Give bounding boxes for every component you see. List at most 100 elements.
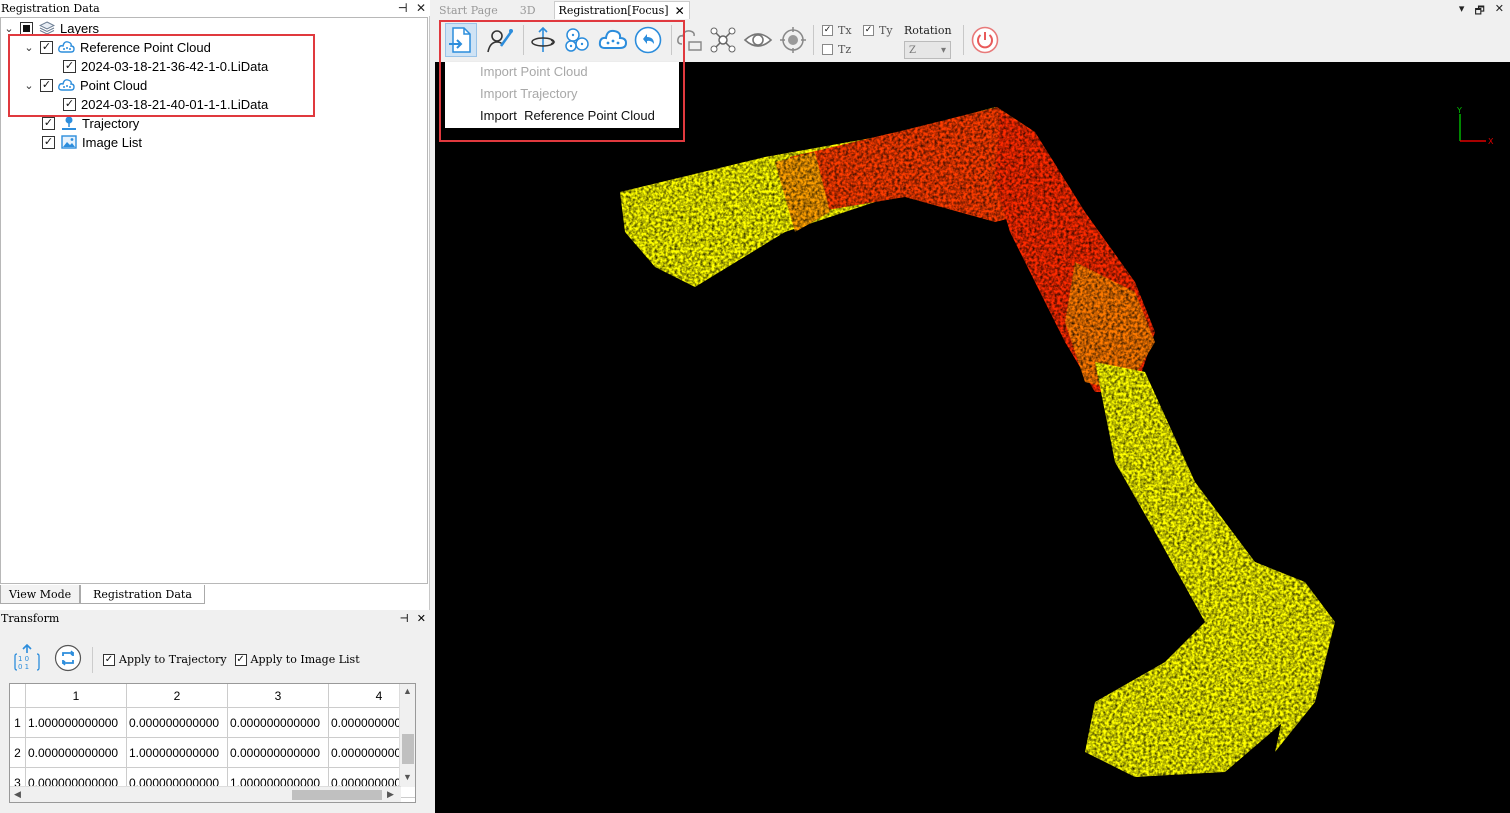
tree-node-layers[interactable]: ⌄ Layers	[3, 19, 99, 37]
column-header[interactable]: 3	[228, 684, 329, 708]
apply-image-list-label: Apply to Image List	[250, 653, 360, 666]
nodes-button[interactable]	[707, 23, 739, 57]
tab-start-page[interactable]: Start Page	[435, 1, 502, 19]
cloud-button[interactable]	[597, 23, 629, 57]
chevron-down-icon[interactable]: ⌄	[23, 79, 35, 92]
cloud-group-button[interactable]	[562, 23, 594, 57]
rotate-axis-icon	[531, 26, 556, 52]
tx-checkbox[interactable]: ✓ Tx	[822, 24, 852, 37]
scroll-right-icon[interactable]: ▶	[387, 789, 394, 800]
point-cloud-file-label: 2024-03-18-21-40-01-1-1.LiData	[81, 96, 269, 112]
pin-icon[interactable]: ⊣	[399, 612, 408, 625]
corner-cell	[10, 684, 26, 708]
tz-label: Tz	[838, 43, 852, 56]
tree-node-point-cloud-file[interactable]: ✓ 2024-03-18-21-40-01-1-1.LiData	[63, 95, 268, 113]
power-icon	[971, 26, 999, 54]
horizontal-scrollbar[interactable]: ◀ ▶	[10, 786, 401, 802]
undo-icon	[634, 26, 662, 54]
column-header[interactable]: 1	[26, 684, 127, 708]
tab-3d[interactable]: 3D	[516, 1, 540, 19]
rotation-select[interactable]: Z ▾	[904, 41, 951, 59]
matrix-cell[interactable]: 1.000000000000	[26, 708, 127, 738]
reference-cloud-checkbox[interactable]: ✓	[40, 40, 53, 54]
tz-checkbox[interactable]: Tz	[822, 43, 851, 56]
scroll-thumb[interactable]	[402, 734, 414, 764]
tree-node-reference-file[interactable]: ✓ 2024-03-18-21-36-42-1-0.LiData	[63, 57, 268, 75]
tab-registration-focus[interactable]: Registration[Focus] ✕	[553, 1, 690, 19]
pin-icon[interactable]: ⊣	[398, 1, 408, 15]
registration-toolbar: ✓ Tx ✓ Ty Tz Rotation Z ▾	[435, 19, 1510, 62]
menu-item-import-reference-point-cloud[interactable]: Import Reference Point Cloud	[480, 108, 655, 123]
registration-data-titlebar: Registration Data ⊣ ✕	[0, 0, 430, 16]
power-button[interactable]	[969, 23, 1001, 57]
cloud-icon	[598, 29, 628, 49]
target-button[interactable]	[777, 23, 809, 57]
tree-node-trajectory[interactable]: ✓ Trajectory	[42, 114, 139, 132]
menu-item-import-trajectory[interactable]: Import Trajectory	[480, 86, 578, 101]
point-cloud-checkbox[interactable]: ✓	[40, 78, 53, 92]
matrix-cell[interactable]: 0.000000000000	[26, 738, 127, 768]
vertical-scrollbar[interactable]: ▲ ▼	[399, 684, 415, 787]
chevron-down-icon: ▾	[940, 44, 946, 56]
point-cloud-label: Point Cloud	[80, 77, 148, 93]
tx-label: Tx	[838, 24, 852, 37]
close-icon[interactable]: ✕	[416, 1, 426, 15]
toolbar-separator	[963, 25, 964, 55]
cloud-icon	[58, 77, 75, 93]
scroll-left-icon[interactable]: ◀	[14, 789, 21, 800]
tab-registration-data[interactable]: Registration Data	[80, 585, 205, 604]
import-button[interactable]	[445, 23, 477, 57]
nodes-icon	[710, 27, 736, 53]
menu-item-import-point-cloud[interactable]: Import Point Cloud	[480, 64, 588, 79]
point-cloud-file-checkbox[interactable]: ✓	[63, 97, 76, 111]
column-header[interactable]: 2	[127, 684, 228, 708]
toolbar-separator	[813, 25, 814, 55]
close-icon[interactable]: ✕	[675, 4, 685, 18]
transform-titlebar: Transform ⊣ ✕	[0, 610, 430, 626]
reference-file-checkbox[interactable]: ✓	[63, 59, 76, 73]
view-button[interactable]	[742, 23, 774, 57]
scroll-down-icon[interactable]: ▼	[403, 772, 412, 782]
matrix-cell[interactable]: 0.000000000000	[228, 738, 329, 768]
layers-checkbox[interactable]	[20, 21, 33, 35]
rotate-button[interactable]	[527, 23, 559, 57]
cloud-group-icon	[565, 28, 589, 52]
trajectory-checkbox[interactable]: ✓	[42, 116, 55, 130]
matrix-import-icon[interactable]: 1 00 1	[14, 643, 40, 675]
pick-points-button[interactable]	[484, 23, 516, 57]
row-header[interactable]: 2	[10, 738, 26, 768]
toolbar-separator	[671, 25, 672, 55]
tree-node-point-cloud[interactable]: ⌄ ✓ Point Cloud	[23, 76, 147, 94]
apply-trajectory-label: Apply to Trajectory	[119, 653, 227, 666]
tree-node-reference-point-cloud[interactable]: ⌄ ✓ Reference Point Cloud	[23, 38, 210, 56]
table-header-row: 1 2 3 4	[10, 684, 415, 708]
row-header[interactable]: 1	[10, 708, 26, 738]
scroll-thumb[interactable]	[292, 790, 382, 800]
reset-transform-icon[interactable]	[54, 644, 82, 675]
tab-label: 3D	[519, 3, 536, 17]
apply-trajectory-checkbox[interactable]: ✓ Apply to Trajectory	[103, 653, 227, 666]
matrix-cell[interactable]: 0.000000000000	[127, 708, 228, 738]
ty-label: Ty	[879, 24, 893, 37]
tab-view-mode[interactable]: View Mode	[0, 585, 81, 604]
left-panel: Registration Data ⊣ ✕ ⌄ Layers ⌄ ✓ Refer…	[0, 0, 430, 813]
chevron-down-icon[interactable]: ⌄	[23, 41, 35, 54]
matrix-cell[interactable]: 0.000000000000	[228, 708, 329, 738]
apply-image-list-checkbox[interactable]: ✓ Apply to Image List	[234, 653, 360, 666]
trajectory-label: Trajectory	[82, 115, 140, 131]
axis-gizmo: Y X	[1456, 106, 1494, 146]
transform-title: Transform	[1, 611, 60, 625]
tab-label: Start Page	[439, 3, 498, 17]
image-list-checkbox[interactable]: ✓	[42, 135, 55, 149]
point-cloud-viewport[interactable]: Y X	[435, 62, 1510, 813]
transform-tools: 1 00 1 ✓ Apply to Trajectory ✓ Apply to Im…	[14, 643, 360, 675]
scroll-up-icon[interactable]: ▲	[403, 686, 412, 696]
undo-button[interactable]	[632, 23, 664, 57]
matrix-cell[interactable]: 1.000000000000	[127, 738, 228, 768]
import-icon	[449, 27, 471, 53]
tree-node-image-list[interactable]: ✓ Image List	[42, 133, 142, 151]
close-icon[interactable]: ✕	[417, 612, 426, 625]
ty-checkbox[interactable]: ✓ Ty	[863, 24, 893, 37]
cloud-sync-button[interactable]	[673, 23, 705, 57]
chevron-down-icon[interactable]: ⌄	[3, 22, 15, 35]
